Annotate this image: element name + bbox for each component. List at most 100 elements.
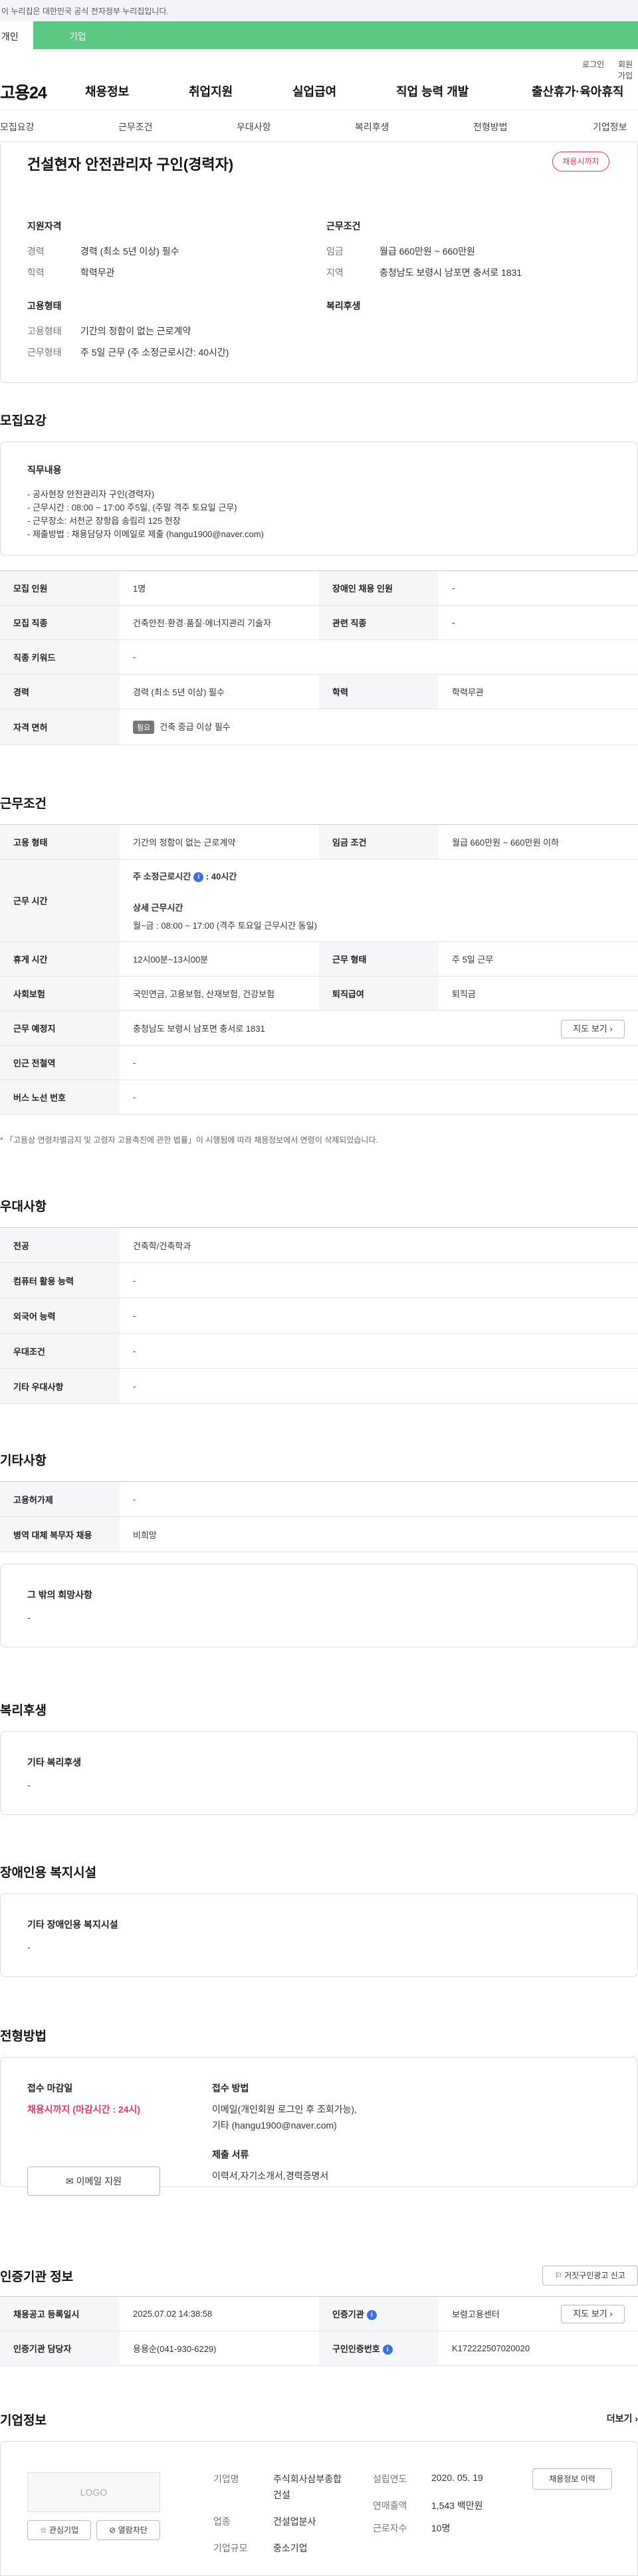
header-cell: 모집 직종 bbox=[0, 605, 120, 640]
util-bar: 로그인 회원가입 bbox=[0, 49, 638, 80]
value-cell: 건축학/건축학과 bbox=[120, 1227, 638, 1263]
method-value: 기타 (hangu1900@naver.com) bbox=[212, 2120, 337, 2131]
value-cell: 필요 건축 중급 이상 필수 bbox=[120, 709, 638, 745]
nav-employment-support[interactable]: 취업지원 bbox=[189, 82, 233, 100]
header-cell: 고용허가제 bbox=[0, 1481, 120, 1517]
tab-personal[interactable]: 개인 bbox=[0, 21, 33, 49]
header-cell: 근무 예정지 bbox=[0, 1010, 120, 1046]
table-row: 인증기관 담당자 용용순(041-930-6229) 구인인증번호 i K1722… bbox=[0, 2331, 638, 2366]
anchor-preference[interactable]: 우대사항 bbox=[237, 120, 271, 134]
worktype-value: 주 5일 근무 (주 소정근로시간: 40시간) bbox=[80, 347, 229, 358]
duty-line: - 공사현장 안전관리자 구인(경력자) bbox=[27, 489, 155, 499]
job-history-button[interactable]: 채용정보 이력 bbox=[532, 2468, 612, 2490]
block-button[interactable]: ⊘ 열람차단 bbox=[96, 2520, 160, 2540]
header-cell: 자격 면허 bbox=[0, 709, 120, 745]
tab-company[interactable]: 기업 bbox=[33, 21, 638, 49]
member-tabs: 개인 기업 bbox=[0, 21, 638, 49]
value-cell: 1명 bbox=[120, 570, 319, 606]
hours-detail-title: 상세 근무시간 bbox=[133, 903, 183, 913]
license-value: 건축 중급 이상 필수 bbox=[160, 722, 231, 732]
header-cell: 장애인 채용 인원 bbox=[319, 570, 439, 606]
report-button[interactable]: ⚐ 거짓구인광고 신고 bbox=[542, 2266, 638, 2285]
table-row: 자격 면허 필요 건축 중급 이상 필수 bbox=[0, 709, 638, 745]
site-logo[interactable]: 고용24 bbox=[0, 80, 47, 104]
company-card: LOGO ☆ 관심기업 ⊘ 열람차단 기업명 주식회사삼부종합 건설 업종 건설… bbox=[0, 2441, 638, 2576]
box-value: - bbox=[27, 1780, 31, 1790]
table-row: 컴퓨터 활용 능력 - bbox=[0, 1262, 638, 1298]
table-row: 전공 건축학/건축학과 bbox=[0, 1227, 638, 1263]
header-cell: 전공 bbox=[0, 1227, 120, 1263]
flag-icon: ⚐ bbox=[555, 2271, 562, 2280]
nav-vocational-training[interactable]: 직업 능력 개발 bbox=[396, 82, 469, 100]
value-cell: 주 5일 근무 bbox=[439, 941, 638, 977]
anchor-recruit[interactable]: 모집요강 bbox=[0, 120, 35, 134]
deadline-value: 채용시까지 (마감시간 : 24시) bbox=[27, 2104, 141, 2115]
more-link[interactable]: 더보기 › bbox=[607, 2412, 638, 2425]
header-cell: 모집 인원 bbox=[0, 570, 120, 606]
info-icon[interactable]: i bbox=[382, 2345, 393, 2355]
worktype-label: 근무형태 bbox=[27, 347, 62, 358]
apply-section-title: 전형방법 bbox=[0, 2030, 47, 2044]
sales-label: 연매출액 bbox=[373, 2500, 407, 2511]
header-cell: 직종 키워드 bbox=[0, 640, 120, 675]
company-logo: LOGO bbox=[27, 2472, 160, 2512]
table-row: 버스 노선 번호 - bbox=[0, 1080, 638, 1115]
value-cell: 퇴직금 bbox=[439, 976, 638, 1011]
favorite-button[interactable]: ☆ 관심기업 bbox=[27, 2520, 91, 2540]
header-cell: 퇴직급여 bbox=[319, 976, 439, 1011]
table-row: 외국어 능력 - bbox=[0, 1298, 638, 1334]
nav-unemployment-benefit[interactable]: 실업급여 bbox=[292, 82, 336, 100]
header-cell: 채용공고 등록일시 bbox=[0, 2296, 120, 2331]
header-cell: 인증기관 i bbox=[319, 2296, 439, 2331]
header-cell: 외국어 능력 bbox=[0, 1298, 120, 1334]
info-icon[interactable]: i bbox=[366, 2310, 377, 2321]
header-cell: 임금 조건 bbox=[319, 824, 439, 860]
value-cell: 용용순(041-930-6229) bbox=[120, 2331, 319, 2366]
table-row: 인근 전철역 - bbox=[0, 1045, 638, 1080]
email-apply-button[interactable]: ✉ 이메일 지원 bbox=[27, 2166, 160, 2196]
hours-main: 주 소정근로시간 i : 40시간 bbox=[133, 871, 237, 883]
map-button[interactable]: 지도 보기 › bbox=[561, 1020, 625, 1038]
edu-label: 학력 bbox=[27, 267, 45, 278]
duty-box: 직무내용 - 공사현장 안전관리자 구인(경력자) - 근무시간 : 08:00… bbox=[0, 441, 638, 556]
wage-value: 월급 660만원 ~ 660만원 bbox=[379, 246, 475, 257]
region-label: 지역 bbox=[326, 267, 344, 278]
table-row: 휴게 시간 12시00분~13시00분 근무 형태 주 5일 근무 bbox=[0, 941, 638, 977]
value-cell: - bbox=[120, 1368, 638, 1404]
anchor-screening[interactable]: 전형방법 bbox=[473, 120, 508, 134]
anchor-company[interactable]: 기업정보 bbox=[593, 120, 627, 134]
duty-line: - 제출방법 : 채용담당자 이메일로 제출 (hangu1900@naver.… bbox=[27, 529, 264, 539]
value-cell: - bbox=[120, 1333, 638, 1369]
header-cell: 관련 직종 bbox=[319, 605, 439, 640]
info-icon[interactable]: i bbox=[193, 872, 204, 883]
career-value: 경력 (최소 5년 이상) 필수 bbox=[80, 246, 179, 257]
box-title: 기타 복리후생 bbox=[27, 1757, 82, 1768]
anchor-conditions[interactable]: 근무조건 bbox=[118, 120, 153, 134]
recruit-table: 모집 인원 1명 장애인 채용 인원 - 모집 직종 건축안전·환경·품질·에너… bbox=[0, 570, 638, 745]
value-cell: 경력 (최소 5년 이상) 필수 bbox=[120, 674, 319, 709]
value-cell: 보령고용센터 지도 보기 › bbox=[439, 2296, 638, 2331]
nav-maternity-leave[interactable]: 출산휴가·육아휴직 bbox=[532, 82, 623, 100]
emptype-label: 고용형태 bbox=[27, 326, 62, 336]
deadline-title: 접수 마감일 bbox=[27, 2083, 73, 2093]
header-cell: 인증기관 담당자 bbox=[0, 2331, 120, 2366]
header-cell: 경력 bbox=[0, 674, 120, 709]
etc-section-title: 기타사항 bbox=[0, 1454, 47, 1468]
org-map-button[interactable]: 지도 보기 › bbox=[561, 2305, 625, 2323]
nav-jobs[interactable]: 채용정보 bbox=[85, 82, 129, 100]
table-row: 채용공고 등록일시 2025.07.02 14:38:58 인증기관 i 보령고용… bbox=[0, 2296, 638, 2331]
value-cell: 월급 660만원 ~ 660만원 이하 bbox=[439, 824, 638, 860]
header-cell: 근무 형태 bbox=[319, 941, 439, 977]
value-cell: - bbox=[120, 1298, 638, 1334]
header-cell: 병역 대체 복무자 채용 bbox=[0, 1516, 120, 1552]
table-row: 근무 시간 주 소정근로시간 i : 40시간 상세 근무시간 월~금 : 08:… bbox=[0, 859, 638, 942]
job-title: 건설현자 안전관리자 구인(경력자) bbox=[27, 156, 234, 173]
place-value: 충청남도 보령시 남포면 충서로 1831 bbox=[133, 1024, 265, 1034]
founded-label: 설립연도 bbox=[373, 2474, 407, 2484]
table-row: 우대조건 - bbox=[0, 1333, 638, 1369]
pref-section-title: 우대사항 bbox=[0, 1200, 47, 1214]
value-cell: 기간의 정함이 없는 근로계약 bbox=[120, 824, 319, 860]
login-link[interactable]: 로그인 bbox=[582, 59, 604, 70]
anchor-welfare[interactable]: 복리후생 bbox=[355, 120, 389, 134]
value-cell: - bbox=[120, 640, 638, 675]
